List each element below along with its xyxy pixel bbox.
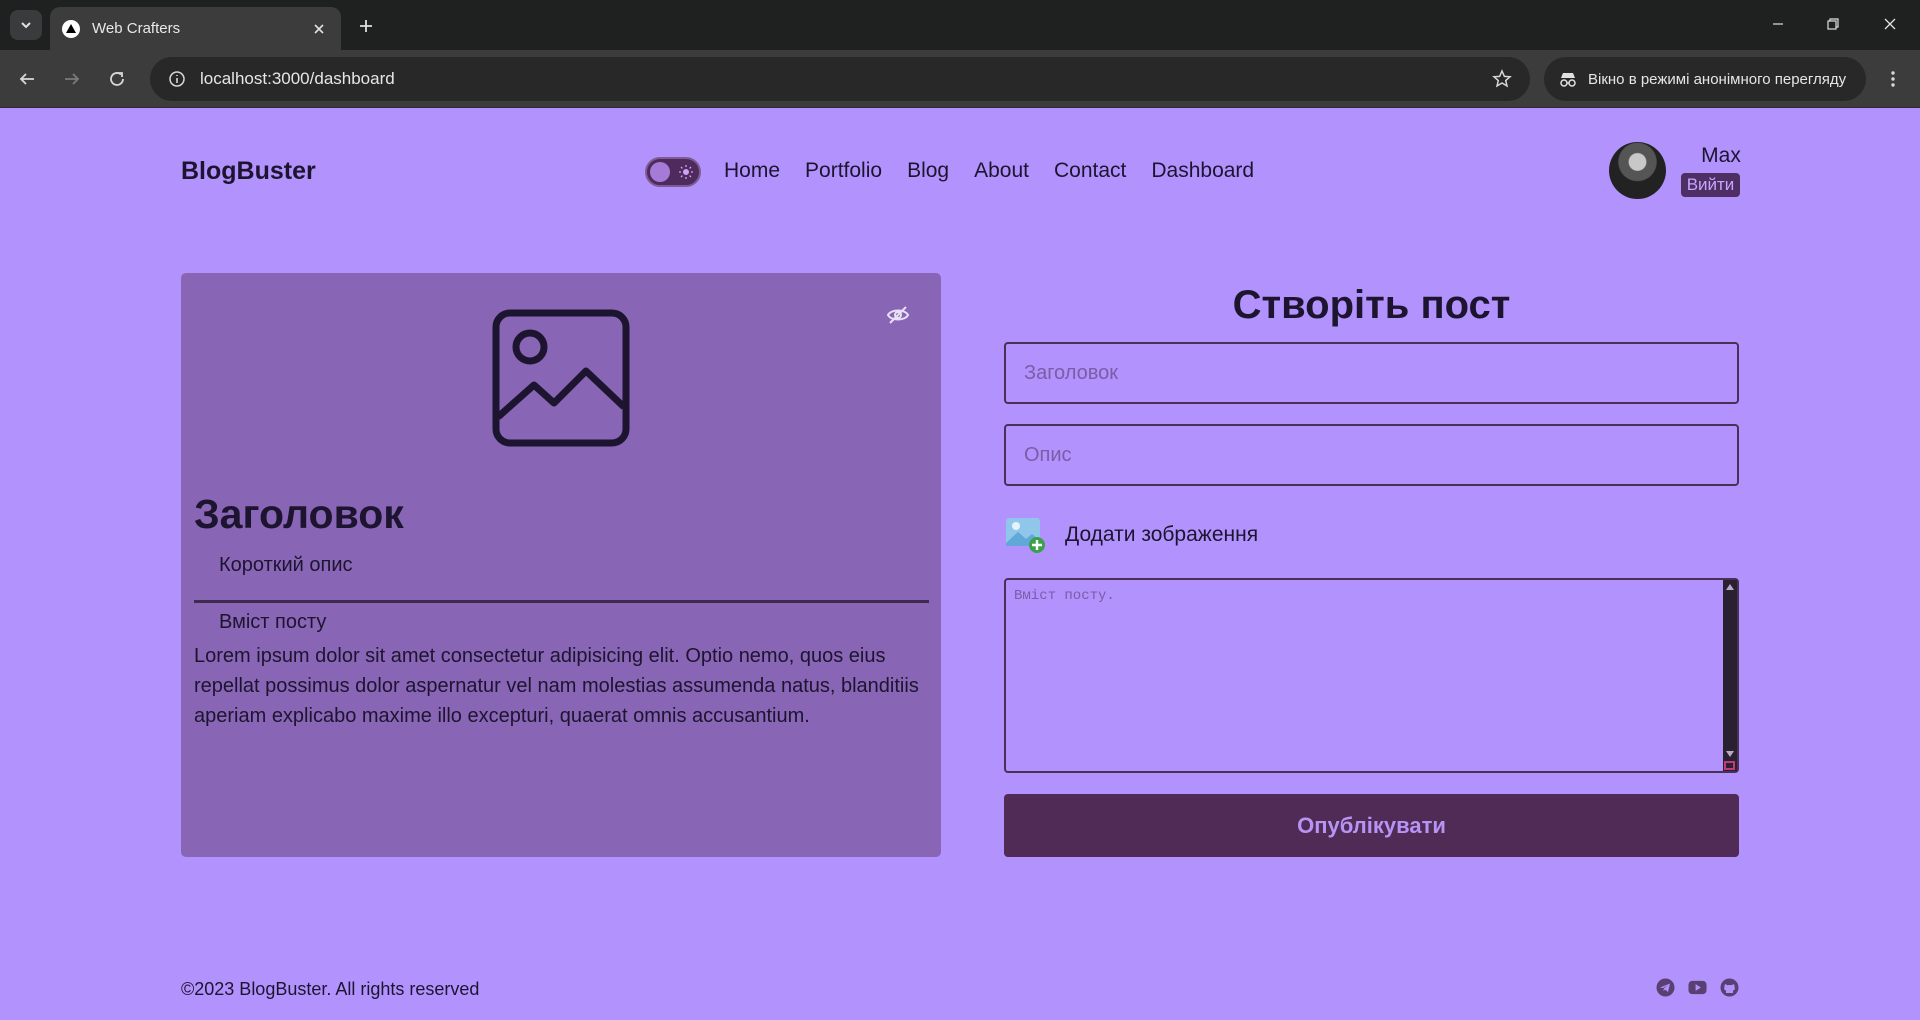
toggle-knob [650, 162, 670, 182]
tab-search-button[interactable] [10, 10, 42, 40]
incognito-indicator[interactable]: Вікно в режимі анонімного перегляду [1544, 57, 1866, 101]
close-icon [1884, 18, 1896, 30]
nav-home[interactable]: Home [724, 159, 780, 183]
nav-dashboard[interactable]: Dashboard [1151, 159, 1254, 183]
reload-button[interactable] [100, 62, 134, 96]
restore-icon [1827, 18, 1839, 30]
add-image-label: Додати зображення [1065, 523, 1259, 546]
close-icon[interactable] [309, 19, 329, 39]
forward-button[interactable] [55, 62, 89, 96]
site-info-icon[interactable] [164, 66, 190, 92]
site-header: BlogBuster Home Portfolio Blog About Con… [181, 109, 1741, 233]
resize-handle[interactable] [1724, 761, 1735, 770]
preview-body-text: Lorem ipsum dolor sit amet consectetur a… [194, 645, 919, 727]
arrow-left-icon [19, 73, 34, 85]
textarea-scrollbar[interactable] [1723, 580, 1737, 771]
browser-tab[interactable]: Web Crafters [50, 7, 341, 50]
more-vertical-icon [1891, 71, 1895, 87]
divider [194, 600, 929, 603]
preview-title: Заголовок [194, 491, 404, 537]
nav-blog[interactable]: Blog [907, 159, 949, 183]
youtube-icon[interactable] [1688, 978, 1707, 997]
address-bar[interactable]: localhost:3000/dashboard [150, 57, 1530, 101]
publish-button[interactable]: Опублікувати [1004, 794, 1739, 857]
incognito-label: Вікно в режимі анонімного перегляду [1588, 70, 1847, 88]
eye-off-icon[interactable] [886, 303, 910, 327]
logout-button[interactable]: Вийти [1681, 173, 1740, 197]
restore-button[interactable] [1813, 8, 1853, 40]
arrow-right-icon [65, 73, 80, 85]
incognito-icon [1560, 73, 1576, 87]
image-placeholder-icon [492, 309, 630, 447]
url-text[interactable]: localhost:3000/dashboard [200, 69, 1488, 89]
description-input[interactable] [1004, 424, 1739, 486]
minimize-icon [1773, 23, 1783, 25]
scroll-up-arrow-icon[interactable] [1726, 584, 1734, 590]
browser-tab-bar: Web Crafters [0, 0, 1920, 50]
back-button[interactable] [10, 62, 44, 96]
scroll-down-arrow-icon[interactable] [1726, 751, 1734, 757]
post-preview-card: Заголовок Короткий опис Вміст посту Lore… [181, 273, 941, 857]
main-nav: Home Portfolio Blog About Contact Dashbo… [724, 159, 1254, 183]
page: BlogBuster Home Portfolio Blog About Con… [0, 109, 1920, 1020]
browser-menu-button[interactable] [1876, 62, 1910, 96]
title-input[interactable] [1004, 342, 1739, 404]
user-name: Max [1701, 144, 1741, 167]
nav-portfolio[interactable]: Portfolio [805, 159, 882, 183]
new-tab-button[interactable] [352, 12, 380, 40]
form-title: Створіть пост [1232, 283, 1511, 327]
bookmark-star-icon[interactable] [1488, 65, 1516, 93]
chevron-down-icon [21, 22, 31, 29]
sun-icon [679, 165, 693, 179]
minimize-button[interactable] [1758, 8, 1798, 40]
theme-toggle[interactable] [645, 157, 701, 187]
avatar [1609, 142, 1666, 199]
favicon-icon [62, 19, 80, 38]
nav-about[interactable]: About [974, 159, 1029, 183]
reload-icon [110, 72, 124, 86]
preview-content-label: Вміст посту [219, 611, 327, 633]
nav-contact[interactable]: Contact [1054, 159, 1126, 183]
social-links [1656, 978, 1739, 997]
browser-toolbar: localhost:3000/dashboard Вікно в режимі … [0, 50, 1920, 108]
telegram-icon[interactable] [1656, 978, 1675, 997]
footer-copyright: ©2023 BlogBuster. All rights reserved [181, 979, 480, 999]
tab-title: Web Crafters [92, 20, 181, 37]
add-image-icon [1006, 518, 1045, 553]
github-icon[interactable] [1720, 978, 1739, 997]
site-logo[interactable]: BlogBuster [181, 157, 316, 186]
window-close-button[interactable] [1870, 8, 1910, 40]
plus-icon [360, 20, 372, 32]
preview-description: Короткий опис [219, 554, 353, 576]
content-textarea[interactable] [1004, 578, 1739, 773]
add-image-button[interactable]: Додати зображення [1004, 513, 1258, 557]
